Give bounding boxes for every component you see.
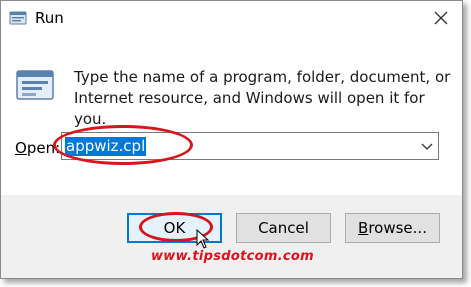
browse-label: rowse... bbox=[368, 219, 427, 237]
button-bar: OK Cancel Browse... www.tipsdotcom.com bbox=[1, 195, 462, 278]
open-label-accesskey: O bbox=[15, 139, 27, 157]
browse-button[interactable]: Browse... bbox=[345, 213, 440, 243]
description-line-1: Type the name of a program, folder, docu… bbox=[74, 68, 451, 86]
dialog-description: Type the name of a program, folder, docu… bbox=[74, 67, 454, 130]
cancel-button[interactable]: Cancel bbox=[236, 213, 331, 243]
run-dialog: Run Type the name of a program, folder, … bbox=[0, 0, 463, 279]
watermark: www.tipsdotcom.com bbox=[151, 249, 315, 264]
description-line-2: Internet resource, and Windows will open… bbox=[74, 89, 425, 128]
dialog-content: Type the name of a program, folder, docu… bbox=[1, 35, 462, 195]
browse-accesskey: B bbox=[358, 219, 369, 237]
open-label: Open: bbox=[15, 139, 60, 157]
close-icon bbox=[434, 11, 448, 25]
title-bar: Run bbox=[1, 1, 462, 35]
open-input-value[interactable]: appwiz.cpl bbox=[65, 137, 147, 156]
run-program-icon bbox=[16, 70, 54, 100]
open-combobox[interactable]: appwiz.cpl bbox=[61, 132, 439, 160]
close-button[interactable] bbox=[421, 1, 461, 35]
window-title: Run bbox=[35, 9, 64, 27]
run-icon bbox=[9, 11, 27, 25]
chevron-down-icon[interactable] bbox=[420, 139, 434, 153]
ok-button[interactable]: OK bbox=[127, 213, 222, 243]
open-label-text: pen: bbox=[26, 139, 61, 157]
